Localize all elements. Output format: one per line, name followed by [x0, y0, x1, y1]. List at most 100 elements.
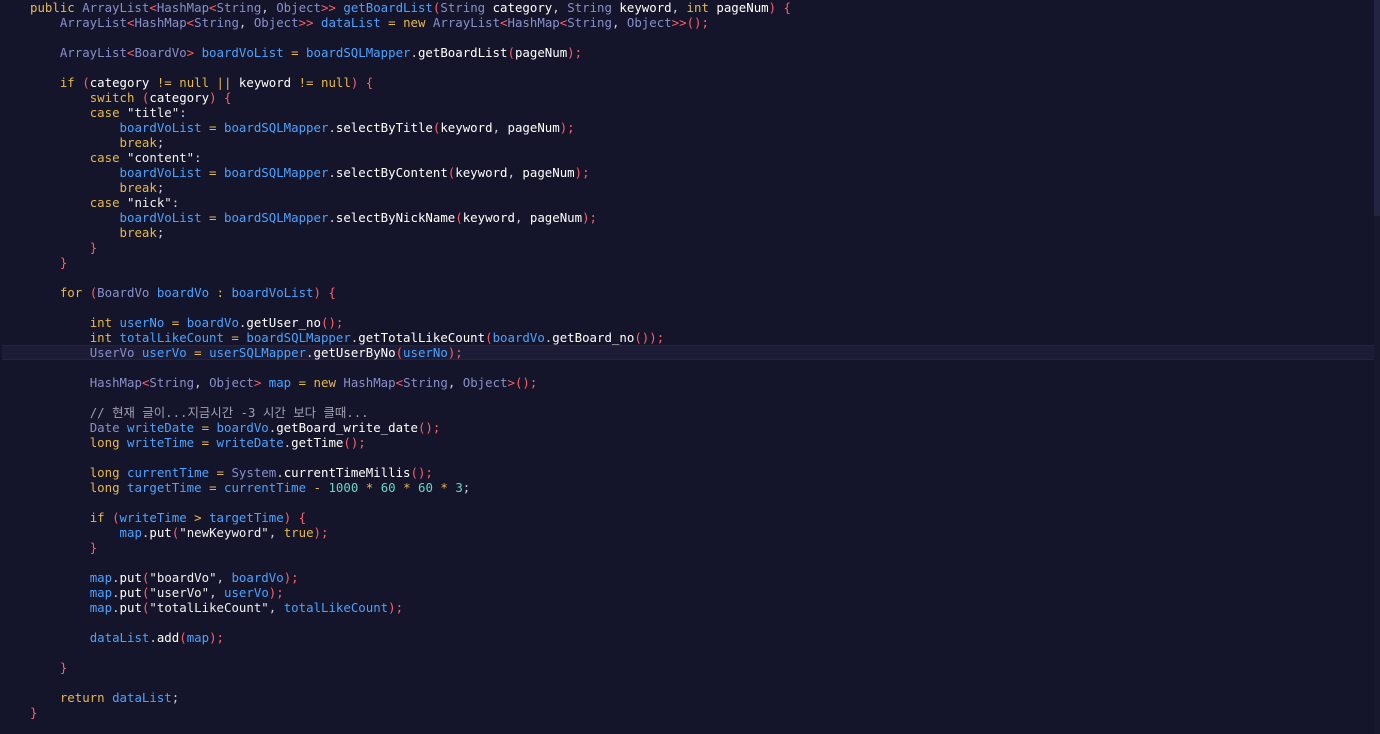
code-token: : — [171, 195, 180, 210]
code-token: break — [119, 135, 157, 150]
code-token: } — [89, 540, 98, 555]
code-token: ( — [112, 510, 120, 525]
code-token: switch — [89, 90, 142, 105]
code-token: : — [194, 150, 202, 165]
code-token: "totalLikeCount" — [149, 600, 269, 615]
code-token: keyword — [619, 0, 672, 15]
code-token: ( — [507, 45, 515, 60]
scrollbar-thumb[interactable] — [1374, 0, 1380, 216]
code-token: "userVo" — [149, 585, 210, 600]
code-token: boardSQLMapper — [223, 120, 329, 135]
code-token: Object — [276, 0, 321, 15]
code-line: map.put("boardVo", boardVo); — [30, 570, 299, 585]
code-token: ; — [156, 225, 165, 240]
code-token: String — [567, 15, 612, 30]
code-token: pageNum — [514, 45, 568, 60]
code-token: dataList — [112, 690, 172, 705]
code-token: System — [231, 465, 277, 480]
code-token: boardVo — [216, 420, 269, 435]
code-token: boardSQLMapper — [306, 45, 411, 60]
code-editor[interactable]: public ArrayList<HashMap<String, Object>… — [0, 0, 1374, 734]
code-token: . — [306, 345, 314, 360]
code-token: boardSQLMapper — [246, 330, 351, 345]
code-token: if — [59, 75, 83, 90]
code-token: totalLikeCount — [283, 600, 389, 615]
code-token: = — [223, 330, 247, 345]
code-token: ); — [209, 630, 225, 645]
code-token: ); — [582, 210, 597, 225]
code-token: * — [432, 480, 456, 495]
code-token: ); — [574, 165, 590, 180]
code-token: null — [179, 75, 210, 90]
code-token: keyword — [440, 120, 493, 135]
code-token: "title" — [127, 105, 180, 120]
code-token: // 현재 글이...지금시간 -3 시간 보다 클때... — [89, 405, 369, 420]
code-line: long writeTime = writeDate.getTime(); — [30, 435, 366, 450]
code-token: userNo — [119, 315, 165, 330]
code-token: != — [149, 75, 180, 90]
code-token: "newKeyword" — [179, 525, 269, 540]
code-token: (); — [417, 420, 441, 435]
code-line: case "nick": — [30, 195, 180, 210]
code-token: = — [164, 315, 187, 330]
code-token: totalLikeCount — [119, 330, 224, 345]
code-token: return — [59, 690, 113, 705]
code-token: pageNum — [716, 0, 769, 15]
code-line: case "content": — [30, 150, 202, 165]
vertical-scrollbar[interactable] — [1374, 0, 1380, 734]
code-token: (); — [343, 435, 366, 450]
code-token: } — [59, 660, 68, 675]
code-token: break — [119, 225, 157, 240]
code-token: ArrayList — [59, 15, 127, 30]
code-token: ); — [388, 600, 404, 615]
code-token: ) { — [350, 75, 374, 90]
code-token: . — [276, 465, 284, 480]
code-token: getUser_no — [246, 315, 321, 330]
code-token: , — [268, 525, 284, 540]
code-token: < — [149, 0, 157, 15]
code-token: ()); — [634, 330, 665, 345]
code-token: ; — [171, 690, 180, 705]
code-token: ; — [462, 480, 471, 495]
code-token: boardVo — [231, 570, 284, 585]
code-line: } — [30, 255, 67, 270]
code-token: String — [403, 375, 448, 390]
code-line: map.put("totalLikeCount", totalLikeCount… — [30, 600, 403, 615]
code-token: >> — [320, 0, 344, 15]
code-token: ); — [313, 525, 329, 540]
code-token: map — [268, 375, 292, 390]
code-token: break — [119, 180, 157, 195]
code-token: put — [119, 585, 142, 600]
code-token: targetTime — [209, 510, 284, 525]
code-token: Object — [626, 15, 672, 30]
code-token: = — [186, 345, 210, 360]
code-token: selectByTitle — [335, 120, 433, 135]
code-token: dataList — [320, 15, 381, 30]
code-token: writeDate — [127, 420, 195, 435]
code-token: , — [514, 210, 530, 225]
code-token: || — [209, 75, 239, 90]
code-token: HashMap — [507, 15, 560, 30]
code-line: HashMap<String, Object> map = new HashMa… — [30, 375, 538, 390]
code-token: getTotalLikeCount — [358, 330, 486, 345]
code-token: = — [201, 120, 224, 135]
code-token: keyword — [462, 210, 515, 225]
code-token: getBoardList — [417, 45, 508, 60]
